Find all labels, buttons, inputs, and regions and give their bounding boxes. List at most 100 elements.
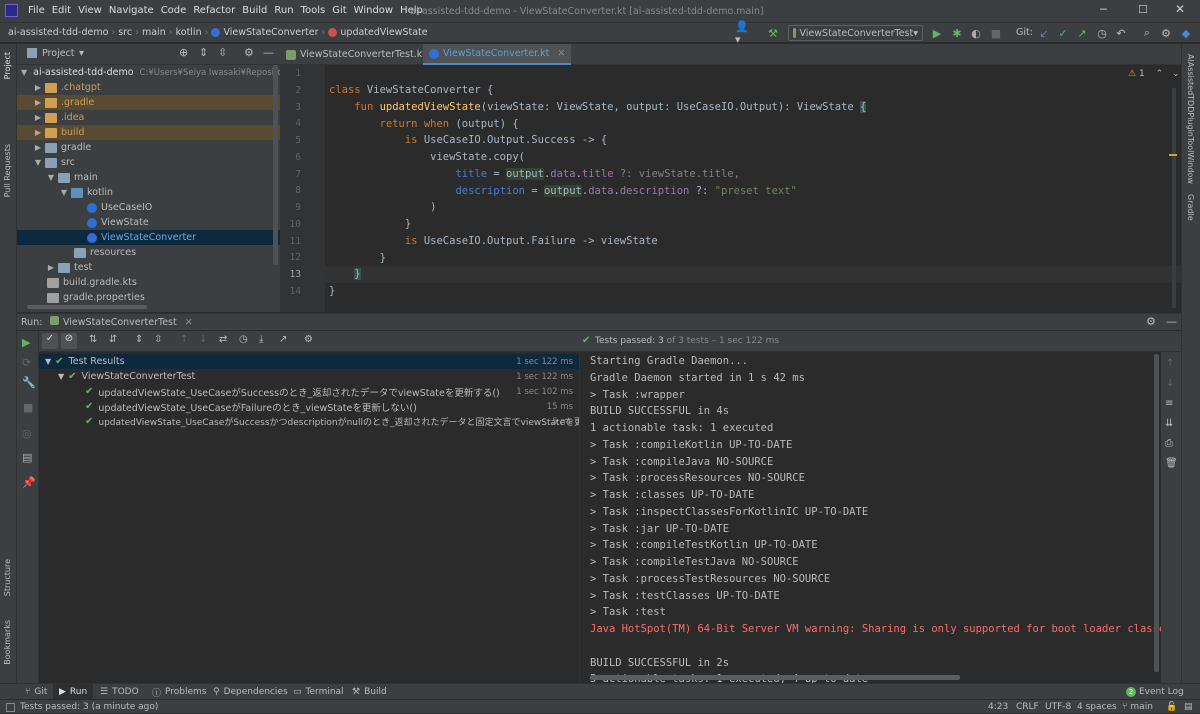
rerun-failed-icon[interactable]: ⟳ [22, 356, 31, 369]
breadcrumb-function[interactable]: updatedViewState [340, 27, 427, 38]
debug-icon[interactable]: ✱ [949, 23, 965, 43]
user-icon[interactable]: 👤▾ [735, 20, 751, 46]
bookmarks-tool-tab[interactable]: Bookmarks [3, 620, 12, 665]
menu-navigate[interactable]: Navigate [109, 5, 154, 16]
menu-code[interactable]: Code [161, 5, 187, 16]
trash-icon[interactable]: 🗑 [1165, 458, 1178, 469]
menu-run[interactable]: Run [274, 5, 293, 16]
gear-icon[interactable]: ⚙ [1146, 315, 1156, 328]
settings-gear-icon[interactable]: ⚙ [1158, 23, 1174, 43]
code-line-4[interactable]: is UseCaseIO.Output.Success -> { [329, 134, 607, 146]
chevron-down-icon[interactable]: ▾ [79, 48, 84, 59]
export-icon[interactable]: ⤓ [259, 334, 263, 345]
chevron-up-icon[interactable]: ⌃ [1156, 69, 1164, 79]
run-tab[interactable]: ViewStateConverterTest ✕ [50, 316, 193, 328]
scroll-up-icon[interactable]: ↑ [1166, 358, 1174, 369]
pull-requests-tool-tab[interactable]: Pull Requests [3, 144, 12, 197]
console-horizontal-scrollbar[interactable] [590, 675, 960, 680]
soft-wrap-icon[interactable]: ≡ [1165, 398, 1173, 409]
code-line-13[interactable]: } [329, 285, 335, 297]
tool-tab-git[interactable]: ⑂ Git [25, 684, 47, 700]
wrench-icon[interactable]: 🔧 [22, 376, 36, 389]
sort-duration-icon[interactable]: ⇵ [109, 334, 117, 345]
tool-tab-run[interactable]: ▶ Run [53, 684, 94, 700]
tool-tab-problems[interactable]: ⓘ Problems [152, 684, 207, 700]
tool-tab-build[interactable]: ⚒ Build [352, 684, 387, 700]
hide-icon[interactable]: — [1166, 315, 1177, 328]
run-config-select[interactable]: ViewStateConverterTest ▾ [788, 25, 923, 41]
console-output[interactable]: Starting Gradle Daemon... Gradle Daemon … [579, 352, 1161, 683]
console-vertical-scrollbar[interactable] [1154, 354, 1159, 672]
tree-item-gradle-properties[interactable]: gradle.properties [17, 290, 280, 305]
code-line-5[interactable]: viewState.copy( [329, 151, 525, 163]
history-icon[interactable]: ◷ [239, 334, 248, 345]
breadcrumb-project[interactable]: ai-assisted-tdd-demo [8, 27, 108, 38]
event-log-button[interactable]: 2 Event Log [1126, 684, 1184, 700]
run-icon[interactable]: ▶ [929, 23, 945, 43]
menu-window[interactable]: Window [354, 5, 393, 16]
sort-alpha-icon[interactable]: ⇅ [89, 334, 97, 345]
tree-item-build[interactable]: ▶ build [17, 125, 280, 140]
history-icon[interactable]: ◷ [1094, 23, 1110, 43]
build-hammer-icon[interactable]: ⚒ [765, 23, 781, 43]
locate-icon[interactable]: ⊕ [179, 46, 188, 59]
coverage-icon[interactable]: ◐ [968, 23, 984, 43]
print-icon[interactable]: ⎙ [1165, 438, 1173, 449]
chevron-down-icon[interactable]: ⌄ [1172, 69, 1180, 79]
close-tab-icon[interactable]: ✕ [557, 48, 565, 59]
scroll-to-end-icon[interactable]: ⇊ [1165, 418, 1173, 429]
status-message[interactable]: Tests passed: 3 (a minute ago) [6, 700, 158, 714]
rollback-icon[interactable]: ↶ [1113, 23, 1129, 43]
memory-icon[interactable]: ▤ [1184, 700, 1193, 714]
plugin-icon[interactable]: ◆ [1178, 23, 1194, 43]
menu-file[interactable]: File [28, 5, 45, 16]
menu-git[interactable]: Git [332, 5, 346, 16]
project-tool-tab[interactable]: Project [3, 52, 12, 79]
stop-icon[interactable]: ■ [23, 401, 33, 414]
warning-indicator[interactable]: ⚠ 1 ⌃ ⌄ [1128, 69, 1180, 79]
code-line-3[interactable]: return when (output) { [329, 118, 519, 130]
file-encoding[interactable]: UTF-8 [1045, 700, 1071, 714]
horizontal-scrollbar[interactable] [27, 305, 147, 309]
gear-icon[interactable]: ⚙ [244, 46, 254, 59]
search-icon[interactable]: ⌕ [1139, 23, 1155, 43]
tree-item-build-gradle[interactable]: build.gradle.kts [17, 275, 280, 290]
tree-item-idea[interactable]: ▶ .idea [17, 110, 280, 125]
tree-item-src[interactable]: ▼ src [17, 155, 280, 170]
code-line-7[interactable]: description = output.data.description ?:… [329, 185, 797, 197]
menu-edit[interactable]: Edit [52, 5, 71, 16]
vertical-scrollbar[interactable] [273, 65, 278, 265]
close-button[interactable]: ✕ [1175, 2, 1191, 16]
snapshot-icon[interactable]: ◎ [22, 427, 32, 440]
tree-item-usecaseio[interactable]: UseCaseIO [17, 200, 280, 215]
stop-icon[interactable]: ■ [988, 23, 1004, 43]
breadcrumb-kotlin[interactable]: kotlin [176, 27, 202, 38]
git-update-icon[interactable]: ↙ [1036, 23, 1052, 43]
maximize-button[interactable]: ☐ [1138, 3, 1154, 16]
collapse-all-icon[interactable]: ⇳ [154, 334, 162, 345]
tool-tab-terminal[interactable]: ▭ Terminal [293, 684, 344, 700]
breadcrumb-class[interactable]: ViewStateConverter [223, 27, 318, 38]
tree-item-viewstateconverter[interactable]: ViewStateConverter [17, 230, 280, 245]
tree-item-resources[interactable]: resources [17, 245, 280, 260]
menu-view[interactable]: View [78, 5, 102, 16]
editor-scrollbar[interactable] [1172, 88, 1176, 308]
test-row[interactable]: ✔ updatedViewState_UseCaseがSuccessかつdesc… [39, 414, 617, 429]
gear-icon[interactable]: ⚙ [304, 334, 313, 345]
git-branch[interactable]: ⑂ main [1122, 700, 1153, 714]
tool-tab-todo[interactable]: ☰ TODO [100, 684, 139, 700]
expand-all-icon[interactable]: ⇕ [199, 46, 208, 59]
expand-all-icon[interactable]: ⇕ [135, 334, 143, 345]
show-passed-toggle[interactable]: ✓ [42, 333, 58, 349]
tree-item-kotlin[interactable]: ▼ kotlin [17, 185, 280, 200]
git-push-icon[interactable]: ↗ [1074, 23, 1090, 43]
rerun-icon[interactable]: ▶ [22, 336, 30, 349]
structure-tool-tab[interactable]: Structure [3, 559, 12, 596]
code-line-9[interactable]: } [329, 218, 411, 230]
lock-icon[interactable]: 🔓 [1166, 700, 1177, 714]
test-row[interactable]: ✔ updatedViewState_UseCaseがFailureのとき_vi… [39, 399, 579, 414]
code-line-2[interactable]: fun updatedViewState(viewState: ViewStat… [329, 101, 867, 113]
tool-tab-dependencies[interactable]: ⚲ Dependencies [213, 684, 288, 700]
collapse-all-icon[interactable]: ⇳ [218, 46, 227, 59]
indent-setting[interactable]: 4 spaces [1077, 700, 1117, 714]
